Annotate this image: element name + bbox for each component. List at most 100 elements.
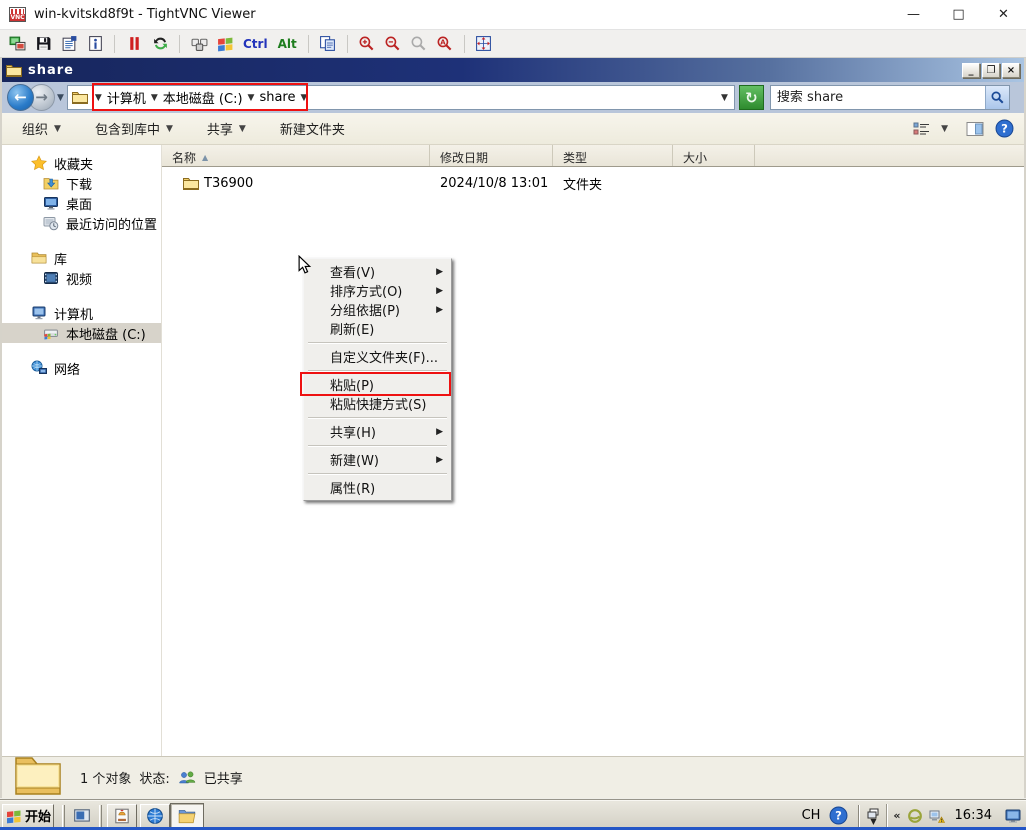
ctrl-key-button[interactable]: Ctrl (240, 37, 271, 51)
explorer-folder-icon[interactable] (170, 803, 204, 829)
context-menu-item-group-by[interactable]: 分组依据(P)▶ (306, 300, 449, 319)
views-dropdown-icon[interactable]: ▼ (941, 124, 948, 134)
sidebar-item-label: 最近访问的位置 (66, 214, 157, 233)
nav-history-dropdown-icon[interactable]: ▼ (57, 93, 64, 103)
breadcrumb-dropdown-icon[interactable]: ▼ (151, 93, 158, 103)
zoom-in-icon[interactable] (356, 33, 378, 55)
explorer-titlebar[interactable]: share _ ❐ × (2, 58, 1024, 82)
start-button[interactable]: 开始 (2, 804, 54, 828)
zoom-out-icon[interactable] (382, 33, 404, 55)
breadcrumb-item[interactable]: 本地磁盘 (C:) (163, 88, 243, 107)
refresh-connection-icon[interactable] (149, 33, 171, 55)
library-icon (30, 250, 47, 267)
taskbar-divider (858, 805, 860, 827)
search-input[interactable] (771, 90, 985, 105)
submenu-arrow-icon: ▶ (436, 305, 443, 315)
fullscreen-icon[interactable] (473, 33, 495, 55)
context-menu-item-new[interactable]: 新建(W)▶ (306, 450, 449, 469)
breadcrumb-dropdown-icon[interactable]: ▼ (300, 93, 307, 103)
sidebar-item-desktop[interactable]: 桌面 (2, 193, 161, 213)
breadcrumb: ▼ 计算机 ▼ 本地磁盘 (C:) ▼ share ▼ (90, 88, 312, 107)
sidebar-item-computer[interactable]: 计算机 (2, 303, 161, 323)
context-menu-item-paste-shortcut[interactable]: 粘贴快捷方式(S) (306, 394, 449, 413)
show-desktop-window-icon[interactable] (67, 804, 97, 828)
vnc-close-button[interactable]: ✕ (981, 0, 1026, 29)
context-menu-item-view[interactable]: 查看(V)▶ (306, 262, 449, 281)
ctrl-alt-del-icon[interactable] (188, 33, 210, 55)
back-button[interactable]: ← (7, 84, 34, 111)
zoom-auto-icon[interactable]: A (434, 33, 456, 55)
vnc-maximize-button[interactable]: □ (936, 0, 981, 29)
win-key-icon[interactable] (214, 33, 236, 55)
breadcrumb-dropdown-icon[interactable]: ▼ (248, 93, 255, 103)
menu-separator (306, 441, 449, 450)
explorer-close-button[interactable]: × (1002, 63, 1020, 78)
preview-pane-icon[interactable] (966, 121, 985, 137)
explorer-window-title: share (28, 63, 74, 78)
menu-item-label: 刷新(E) (330, 319, 374, 338)
sidebar-item-downloads[interactable]: 下载 (2, 173, 161, 193)
address-bar[interactable]: ▼ 计算机 ▼ 本地磁盘 (C:) ▼ share ▼ ▼ (67, 85, 735, 110)
clipboard-transfer-icon[interactable] (317, 33, 339, 55)
address-dropdown-icon[interactable]: ▼ (721, 93, 730, 103)
search-button[interactable] (985, 86, 1009, 109)
connection-options-icon[interactable] (58, 33, 80, 55)
column-header-type[interactable]: 类型 (553, 145, 673, 166)
internet-explorer-icon[interactable] (140, 804, 170, 828)
breadcrumb-dropdown-icon[interactable]: ▼ (95, 93, 102, 103)
taskbar-clock[interactable]: 16:34 (951, 808, 996, 823)
alt-key-button[interactable]: Alt (275, 37, 300, 51)
tray-expand-chevron-icon[interactable]: « (893, 809, 900, 822)
breadcrumb-item[interactable]: 计算机 (107, 88, 146, 107)
new-connection-icon[interactable] (6, 33, 28, 55)
connection-info-icon[interactable] (84, 33, 106, 55)
context-menu-item-customize-folder[interactable]: 自定义文件夹(F)... (306, 347, 449, 366)
save-session-icon[interactable] (32, 33, 54, 55)
explorer-restore-button[interactable]: ❐ (982, 63, 1000, 78)
sidebar-item-favorites[interactable]: 收藏夹 (2, 153, 161, 173)
sidebar-item-recent-places[interactable]: 最近访问的位置 (2, 213, 161, 233)
zoom-100-icon[interactable] (408, 33, 430, 55)
context-menu-item-properties[interactable]: 属性(R) (306, 478, 449, 497)
context-menu-item-paste[interactable]: 粘贴(P) (306, 375, 449, 394)
windows-logo-icon (6, 808, 22, 824)
table-row[interactable]: T369002024/10/8 13:01文件夹 (162, 173, 1024, 194)
command-organize-button[interactable]: 组织▼ (12, 115, 71, 142)
mouse-cursor (296, 255, 314, 275)
column-header-size[interactable]: 大小 (673, 145, 755, 166)
taskbar-help-icon[interactable]: ? (828, 806, 848, 826)
command-new-folder-button[interactable]: 新建文件夹 (270, 115, 355, 142)
sidebar-item-libraries[interactable]: 库 (2, 248, 161, 268)
column-header-date-modified[interactable]: 修改日期 (430, 145, 553, 166)
network-status-icon[interactable] (929, 808, 945, 824)
command-include-in-library-button[interactable]: 包含到库中▼ (85, 115, 183, 142)
column-header-label: 大小 (683, 149, 707, 166)
column-header-name[interactable]: 名称▲ (162, 145, 430, 166)
sidebar-item-videos[interactable]: 视频 (2, 268, 161, 288)
restore-window-tray-icon[interactable]: ▼ (864, 808, 882, 824)
videos-icon (42, 270, 59, 287)
tray-app-icon[interactable] (907, 808, 923, 824)
tightvnc-logo-icon (9, 7, 26, 22)
show-desktop-icon[interactable] (1002, 804, 1024, 828)
menu-item-label: 粘贴快捷方式(S) (330, 394, 426, 413)
context-menu-item-share-with[interactable]: 共享(H)▶ (306, 422, 449, 441)
command-share-button[interactable]: 共享▼ (197, 115, 256, 142)
context-menu-item-refresh[interactable]: 刷新(E) (306, 319, 449, 338)
file-list-pane[interactable]: 名称▲ 修改日期 类型大小 T369002024/10/8 13:01文件夹 (162, 145, 1024, 756)
server-manager-icon[interactable] (107, 804, 137, 828)
context-menu-item-sort-by[interactable]: 排序方式(O)▶ (306, 281, 449, 300)
help-icon[interactable]: ? (995, 119, 1014, 138)
taskbar-grip[interactable] (99, 805, 102, 827)
sidebar-item-local-disk-c[interactable]: 本地磁盘 (C:) (2, 323, 161, 343)
vnc-minimize-button[interactable]: — (891, 0, 936, 29)
column-header-label: 名称 (172, 149, 196, 166)
column-header-label: 修改日期 (440, 149, 488, 166)
language-indicator[interactable]: CH (794, 808, 829, 823)
breadcrumb-item[interactable]: share (259, 90, 295, 105)
explorer-minimize-button[interactable]: _ (962, 63, 980, 78)
views-icon[interactable] (913, 121, 931, 137)
sidebar-item-network[interactable]: 网络 (2, 358, 161, 378)
refresh-button[interactable]: ↻ (739, 85, 764, 110)
pause-icon[interactable] (123, 33, 145, 55)
